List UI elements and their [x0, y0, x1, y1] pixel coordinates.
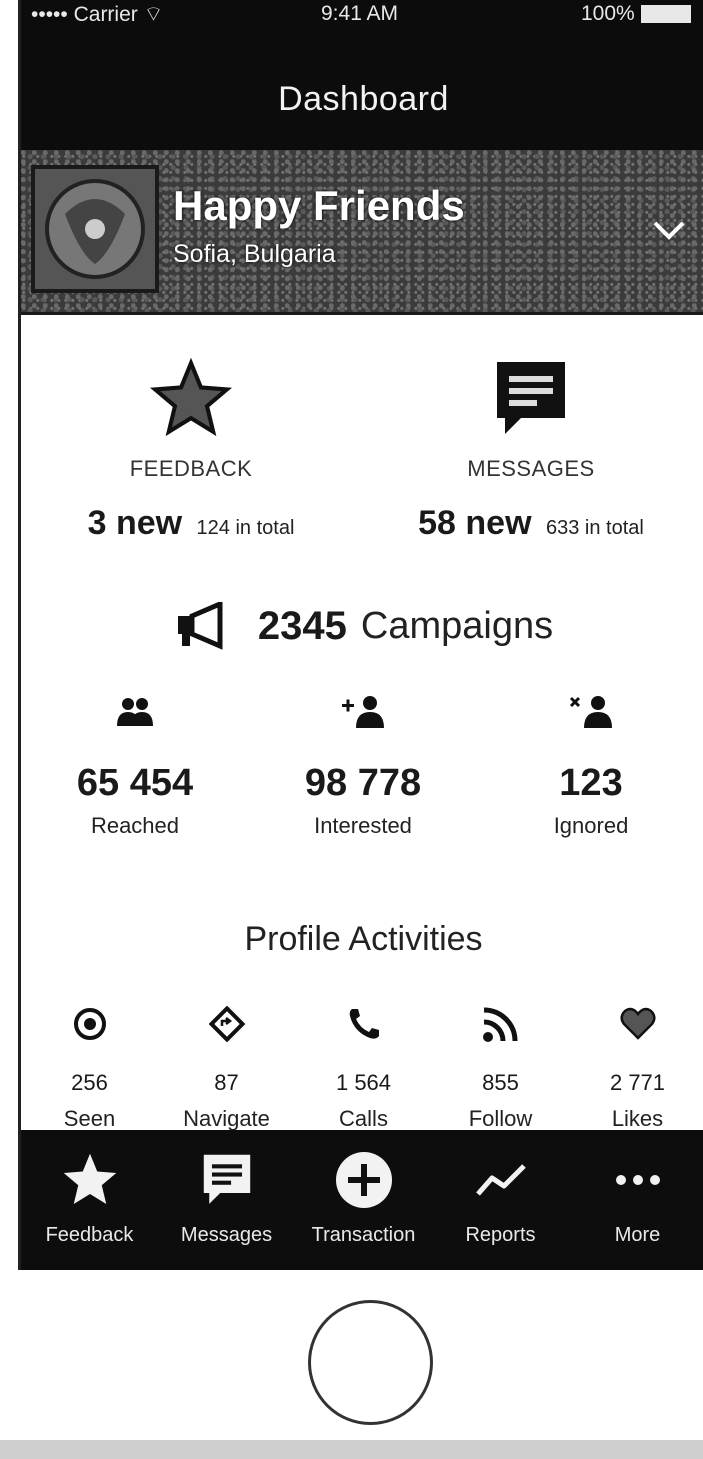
profile-activities-title: Profile Activities — [244, 920, 483, 958]
logo-icon — [45, 179, 145, 279]
navigate-value: 87 — [214, 1070, 239, 1095]
interested-value: 98 778 — [304, 762, 422, 804]
reached-stat: 65 454 Reached — [21, 690, 249, 839]
tab-bar: Feedback Messages Transaction Reports Mo… — [21, 1130, 703, 1270]
reached-value: 65 454 — [76, 762, 194, 804]
seen-label: Seen — [63, 1106, 116, 1131]
ignored-value: 123 — [559, 762, 623, 804]
follow-value: 855 — [482, 1070, 519, 1095]
add-user-icon — [342, 696, 384, 728]
heart-icon — [620, 1007, 655, 1040]
battery-percent: 100% — [581, 2, 635, 25]
trend-icon — [475, 1164, 526, 1196]
clock: 9:41 AM — [321, 2, 399, 25]
likes-label: Likes — [611, 1106, 664, 1131]
navigate-label: Navigate — [183, 1106, 270, 1131]
activity-calls: 1 564 Calls — [295, 1000, 432, 1132]
campaigns-label: Campaigns — [360, 604, 554, 647]
messages-summary[interactable]: MESSAGES 58 new 633 in total — [361, 350, 701, 543]
campaigns-header[interactable]: 2345 Campaigns — [21, 602, 703, 650]
messages-label: MESSAGES — [467, 456, 595, 481]
star-icon — [63, 1153, 116, 1204]
message-icon — [203, 1154, 250, 1204]
more-icon — [615, 1175, 660, 1185]
follow-label: Follow — [468, 1106, 533, 1131]
activity-seen: 256 Seen — [21, 1000, 158, 1132]
page-title: Dashboard — [278, 80, 449, 118]
likes-value: 2 771 — [609, 1070, 666, 1095]
messages-total: 633 in total — [545, 517, 644, 539]
calls-label: Calls — [339, 1106, 388, 1131]
plus-circle-icon — [335, 1152, 392, 1208]
phone-screen: ••••• Carrier ⌔ 9:41 AM 100% Dashboard H… — [18, 0, 703, 1270]
star-icon — [150, 358, 232, 437]
messages-new-count: 58 new — [418, 504, 532, 542]
tab-feedback-label: Feedback — [45, 1224, 134, 1246]
activity-likes: 2 771 Likes — [569, 1000, 703, 1132]
tab-transaction[interactable]: Transaction — [295, 1130, 432, 1270]
battery-icon — [641, 5, 691, 23]
tab-messages-label: Messages — [180, 1224, 273, 1246]
calls-value: 1 564 — [335, 1070, 392, 1095]
business-location: Sofia, Bulgaria — [173, 240, 336, 268]
phone-icon — [349, 1009, 379, 1039]
home-button[interactable] — [308, 1300, 433, 1425]
feedback-total: 124 in total — [196, 517, 295, 539]
rss-icon — [482, 1007, 517, 1042]
tab-more[interactable]: More — [569, 1130, 703, 1270]
tab-feedback[interactable]: Feedback — [21, 1130, 158, 1270]
carrier-label: ••••• Carrier ⌔ — [31, 3, 164, 26]
tab-more-label: More — [614, 1224, 661, 1246]
megaphone-icon — [177, 602, 223, 650]
message-icon — [497, 362, 565, 434]
ignored-stat: 123 Ignored — [477, 690, 703, 839]
tab-transaction-label: Transaction — [311, 1224, 416, 1246]
device-bottom-edge — [0, 1440, 703, 1459]
phone-device: ••••• Carrier ⌔ 9:41 AM 100% Dashboard H… — [0, 0, 703, 1459]
interested-label: Interested — [314, 813, 412, 838]
chevron-down-icon[interactable] — [649, 210, 689, 250]
ignored-label: Ignored — [553, 813, 629, 838]
interested-stat: 98 778 Interested — [249, 690, 477, 839]
feedback-new-count: 3 new — [87, 504, 183, 542]
status-bar: ••••• Carrier ⌔ 9:41 AM 100% — [21, 0, 703, 52]
activity-navigate: 87 Navigate — [158, 1000, 295, 1132]
people-icon — [117, 698, 153, 726]
reached-label: Reached — [90, 813, 180, 838]
campaigns-count: 2345 — [257, 603, 347, 648]
tab-reports[interactable]: Reports — [432, 1130, 569, 1270]
feedback-summary[interactable]: FEEDBACK 3 new 124 in total — [21, 350, 361, 543]
business-header[interactable]: Happy Friends Sofia, Bulgaria — [21, 150, 703, 315]
remove-user-icon — [569, 696, 612, 728]
directions-icon — [208, 1006, 245, 1042]
seen-value: 256 — [71, 1070, 108, 1095]
business-logo — [31, 165, 159, 293]
business-name: Happy Friends — [173, 182, 465, 229]
navigation-bar: Dashboard — [21, 52, 703, 150]
eye-icon — [73, 1008, 106, 1040]
feedback-label: FEEDBACK — [129, 456, 253, 481]
activity-follow: 855 Follow — [432, 1000, 569, 1132]
tab-reports-label: Reports — [465, 1224, 536, 1246]
tab-messages[interactable]: Messages — [158, 1130, 295, 1270]
